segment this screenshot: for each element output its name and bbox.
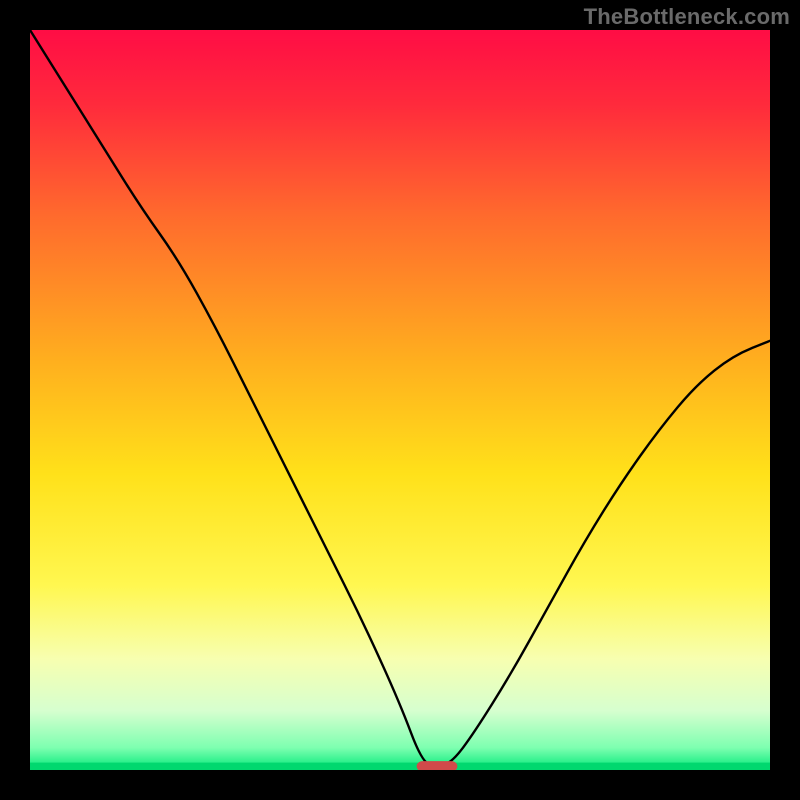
chart-frame: TheBottleneck.com	[0, 0, 800, 800]
gradient-background	[30, 30, 770, 770]
green-baseline-band	[30, 763, 770, 770]
optimal-point-marker	[417, 761, 458, 770]
bottleneck-chart	[30, 30, 770, 770]
watermark-text: TheBottleneck.com	[584, 4, 790, 30]
